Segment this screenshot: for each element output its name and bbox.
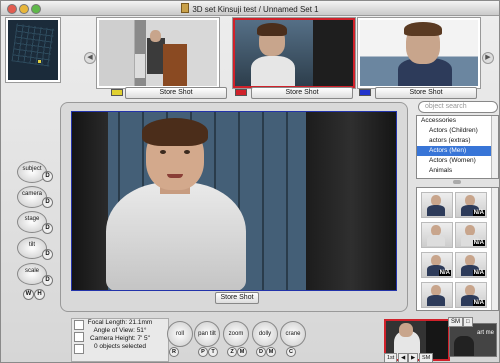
library-item[interactable]: actors (extras) xyxy=(417,136,498,146)
camera-icon xyxy=(359,89,371,96)
actor-eye xyxy=(160,150,166,154)
shot-thumbnail-3[interactable] xyxy=(358,18,480,88)
lock-icon[interactable] xyxy=(74,320,84,330)
actor-head xyxy=(399,323,413,337)
actor-thumbnail[interactable]: N/A xyxy=(455,222,487,248)
camera-icon xyxy=(235,89,247,96)
actor-hair xyxy=(142,118,208,146)
small-preview-toggle[interactable]: SM xyxy=(448,317,463,327)
tilt-key[interactable]: D xyxy=(42,249,53,260)
width-key[interactable]: W xyxy=(23,289,34,300)
figure xyxy=(454,336,474,356)
actor-shirt xyxy=(106,182,246,290)
camera-position-marker[interactable] xyxy=(38,60,41,63)
object-search-input[interactable]: object search xyxy=(418,101,498,113)
roll-button[interactable]: roll xyxy=(167,321,193,347)
set-overview-map[interactable] xyxy=(6,18,60,82)
thumbnail-scrollbar[interactable] xyxy=(491,188,498,310)
actor-thumbnail[interactable] xyxy=(421,282,453,308)
next-frame-button[interactable]: ▶ xyxy=(408,353,419,363)
actor-thumbnail[interactable]: N/A xyxy=(421,252,453,278)
actor-thumbnail[interactable]: N/A xyxy=(455,282,487,308)
actor-hair xyxy=(404,22,442,36)
preview-label: art me xyxy=(476,330,494,336)
camera-icon xyxy=(111,89,123,96)
store-shot-button-2[interactable]: Store Shot xyxy=(251,87,353,99)
angle-of-view-readout: Angle of View: 51° xyxy=(93,327,147,334)
splitter-handle[interactable] xyxy=(453,180,461,184)
first-frame-button[interactable]: 1st xyxy=(384,353,398,363)
window-title: 3D set Kinsuji test / Unnamed Set 1 xyxy=(1,3,499,14)
dolly-button[interactable]: dolly xyxy=(252,321,278,347)
zoom-mode-key[interactable]: M xyxy=(237,347,247,357)
dolly-key[interactable]: D xyxy=(256,347,266,357)
size-button[interactable]: SM xyxy=(419,353,434,363)
actor-thumbnail-grid: N/A N/A N/A N/A N/A xyxy=(416,187,499,311)
dolly-mode-key[interactable]: M xyxy=(266,347,276,357)
prev-shot-arrow-icon[interactable]: ◀ xyxy=(84,52,96,64)
door-prop xyxy=(163,44,187,86)
library-item[interactable]: Actors (Women) xyxy=(417,156,498,166)
foreground-shoulder xyxy=(72,112,108,290)
library-scrollbar[interactable] xyxy=(491,116,498,178)
camera-height-readout: Camera Height: 7' 5" xyxy=(90,335,150,342)
scale-key[interactable]: D xyxy=(42,275,53,286)
foreground-figure xyxy=(306,112,396,290)
library-item-selected[interactable]: Actors (Men) xyxy=(417,146,498,156)
next-shot-arrow-icon[interactable]: ▶ xyxy=(482,52,494,64)
actor-shirt xyxy=(251,56,295,86)
roll-key[interactable]: R xyxy=(169,347,179,357)
child-figure xyxy=(135,54,145,78)
focal-length-readout: Focal Length: 21.1mm xyxy=(87,319,153,326)
camera-status-panel: Focal Length: 21.1mm Angle of View: 51° … xyxy=(71,318,169,362)
grid-icon[interactable] xyxy=(74,332,84,342)
crane-key[interactable]: C xyxy=(286,347,296,357)
zoom-button[interactable]: zoom xyxy=(223,321,249,347)
library-item[interactable]: Actors (Children) xyxy=(417,126,498,136)
library-item[interactable]: Animals xyxy=(417,166,498,176)
tilt-key[interactable]: T xyxy=(208,347,218,357)
mini-shot-preview-2[interactable]: art me xyxy=(449,323,497,357)
shot-thumbnail-2-active[interactable] xyxy=(233,18,355,88)
selection-count: 0 objects selected xyxy=(93,343,147,350)
store-shot-main-button[interactable]: Store Shot xyxy=(215,292,259,304)
stage-key[interactable]: D xyxy=(42,223,53,234)
shot-thumbnail-1[interactable] xyxy=(97,18,219,88)
library-item[interactable]: Accessories xyxy=(417,116,498,126)
store-shot-button-3[interactable]: Store Shot xyxy=(375,87,477,99)
actor-thumbnail[interactable]: N/A xyxy=(455,192,487,218)
camera-viewport[interactable] xyxy=(71,111,397,291)
actor-head xyxy=(150,30,161,42)
pan-key[interactable]: P xyxy=(198,347,208,357)
light-icon[interactable] xyxy=(74,344,84,354)
foreground-figure xyxy=(313,20,353,86)
pan-tilt-button[interactable]: pan tilt xyxy=(194,321,220,347)
actor-thumbnail[interactable]: N/A xyxy=(455,252,487,278)
actor-hair xyxy=(257,23,287,36)
large-preview-toggle[interactable]: □ xyxy=(463,317,473,327)
document-icon xyxy=(181,3,190,13)
actor-thumbnail[interactable] xyxy=(421,192,453,218)
zoom-key[interactable]: Z xyxy=(227,347,237,357)
crane-button[interactable]: crane xyxy=(280,321,306,347)
actor-mouth xyxy=(167,174,183,178)
overview-floor-grid xyxy=(11,23,55,67)
library-category-list: Accessories Actors (Children) actors (ex… xyxy=(416,115,499,179)
title-bar: 3D set Kinsuji test / Unnamed Set 1 xyxy=(1,1,499,16)
subject-key[interactable]: D xyxy=(42,171,53,182)
actor-eye xyxy=(184,150,190,154)
store-shot-button-1[interactable]: Store Shot xyxy=(125,87,227,99)
app-window: 3D set Kinsuji test / Unnamed Set 1 ◀ ▶ … xyxy=(0,0,500,363)
camera-key[interactable]: D xyxy=(42,197,53,208)
actor-thumbnail[interactable] xyxy=(421,222,453,248)
prev-frame-button[interactable]: ◀ xyxy=(398,353,409,363)
height-key[interactable]: H xyxy=(34,289,45,300)
